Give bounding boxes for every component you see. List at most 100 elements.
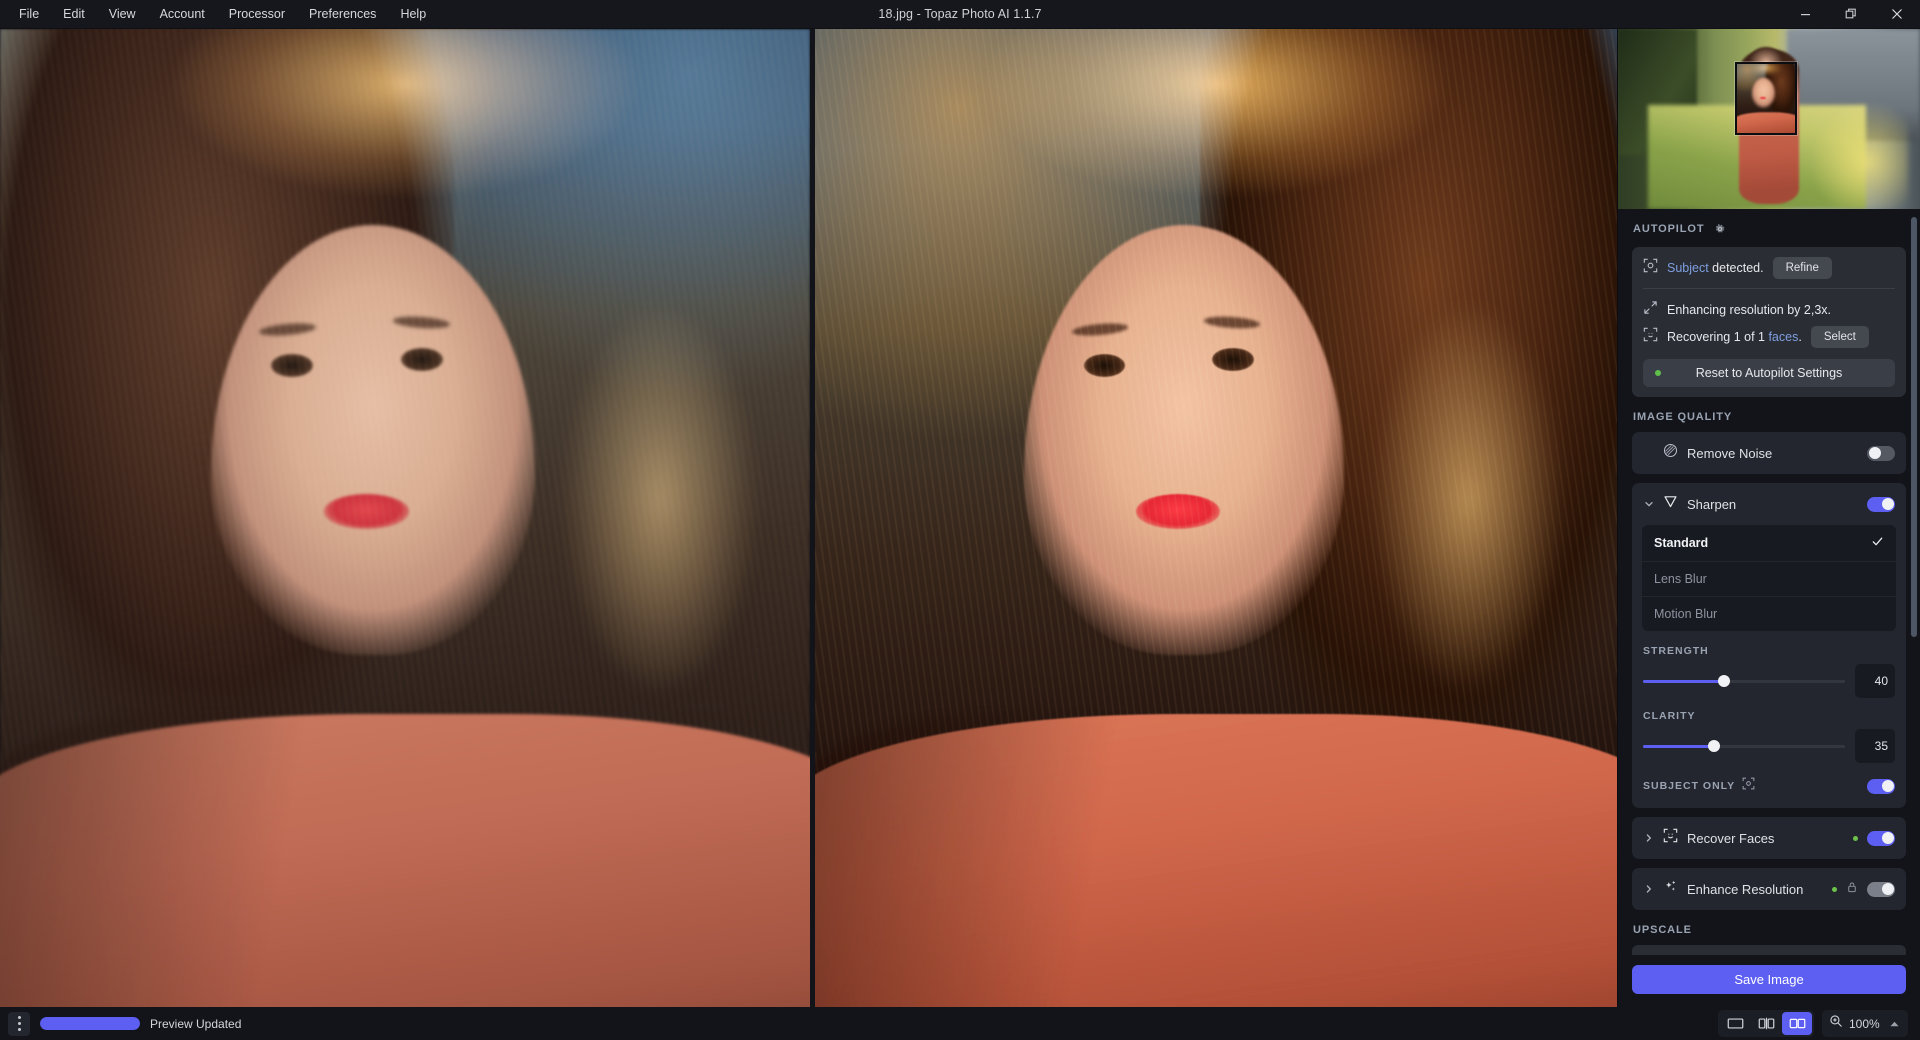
zoom-level-value[interactable]: 100% xyxy=(1849,1017,1883,1031)
menu-item-account[interactable]: Account xyxy=(149,3,216,26)
navigator-preview[interactable] xyxy=(1618,29,1920,209)
remove-noise-label: Remove Noise xyxy=(1687,445,1773,461)
clarity-value[interactable]: 35 xyxy=(1855,729,1895,763)
strength-slider[interactable] xyxy=(1643,675,1845,687)
original-photo xyxy=(0,29,810,1007)
menu-item-help[interactable]: Help xyxy=(389,3,437,26)
app-window: File Edit View Account Processor Prefere… xyxy=(0,0,1920,1040)
sharpen-icon xyxy=(1663,494,1678,514)
sharpen-mode-list[interactable]: Standard Lens Blur Motion Blur xyxy=(1642,525,1896,631)
gear-icon[interactable] xyxy=(1714,223,1726,238)
face-detect-icon xyxy=(1643,327,1658,347)
chevron-right-icon[interactable] xyxy=(1643,833,1654,843)
minimize-button[interactable] xyxy=(1782,0,1828,29)
close-button[interactable] xyxy=(1874,0,1920,29)
recover-faces-toggle[interactable] xyxy=(1867,830,1895,846)
strength-slider-row[interactable]: 40 xyxy=(1643,664,1895,698)
restore-icon xyxy=(1845,8,1856,19)
menu-item-edit[interactable]: Edit xyxy=(52,3,96,26)
view-mode-side-by-side[interactable] xyxy=(1782,1012,1812,1035)
remove-noise-toggle[interactable] xyxy=(1867,445,1895,461)
chevron-down-icon[interactable] xyxy=(1643,499,1654,509)
chevron-up-icon[interactable] xyxy=(1889,1015,1900,1033)
remove-noise-filter[interactable]: Remove Noise xyxy=(1632,432,1906,474)
sharpen-header[interactable]: Sharpen xyxy=(1632,483,1906,525)
strength-value[interactable]: 40 xyxy=(1855,664,1895,698)
refine-button[interactable]: Refine xyxy=(1772,256,1832,280)
subject-detected-text: Subject detected. xyxy=(1667,261,1764,275)
sharpen-mode-motion-blur[interactable]: Motion Blur xyxy=(1642,596,1896,631)
enhancing-resolution-text: Enhancing resolution by 2,3x. xyxy=(1667,303,1831,317)
enhancing-resolution-row: Enhancing resolution by 2,3x. xyxy=(1643,298,1895,322)
enhance-resolution-header[interactable]: Enhance Resolution xyxy=(1632,868,1906,910)
save-area: Save Image xyxy=(1618,955,1920,1007)
status-text: Preview Updated xyxy=(150,1016,242,1031)
recover-faces-filter[interactable]: Recover Faces xyxy=(1632,817,1906,859)
subject-only-row[interactable]: SUBJECT ONLY xyxy=(1632,763,1906,808)
zoom-control[interactable]: 100% xyxy=(1822,1010,1908,1037)
view-mode-single[interactable] xyxy=(1720,1012,1750,1035)
zoom-magnifier-icon[interactable] xyxy=(1829,1014,1843,1033)
image-quality-section-header: IMAGE QUALITY xyxy=(1633,411,1733,423)
remove-noise-header[interactable]: Remove Noise xyxy=(1632,432,1906,474)
progress-bar-fill xyxy=(40,1017,140,1030)
image-viewer[interactable] xyxy=(0,29,1617,1007)
clarity-label: CLARITY xyxy=(1643,710,1696,722)
menu-item-preferences[interactable]: Preferences xyxy=(298,3,387,26)
enhance-resolution-label: Enhance Resolution xyxy=(1687,881,1804,897)
restore-button[interactable] xyxy=(1828,0,1874,29)
right-panel: AUTOPILOT Subject detected. Refine Enhan… xyxy=(1617,29,1920,1007)
recover-faces-header[interactable]: Recover Faces xyxy=(1632,817,1906,859)
original-image-pane[interactable] xyxy=(0,29,810,1007)
chevron-right-icon-2[interactable] xyxy=(1643,884,1654,894)
sharpen-mode-standard[interactable]: Standard xyxy=(1642,525,1896,561)
clarity-slider[interactable] xyxy=(1643,740,1845,752)
status-bar: Preview Updated 100% xyxy=(0,1007,1920,1040)
menu-item-file[interactable]: File xyxy=(8,3,50,26)
faces-link[interactable]: faces xyxy=(1768,330,1798,344)
upscale-section-header: UPSCALE xyxy=(1633,924,1692,936)
subject-detected-row: Subject detected. Refine xyxy=(1643,256,1895,280)
main-area: AUTOPILOT Subject detected. Refine Enhan… xyxy=(0,29,1920,1007)
view-mode-split[interactable] xyxy=(1751,1012,1781,1035)
menu-item-view[interactable]: View xyxy=(98,3,147,26)
more-options-button[interactable] xyxy=(8,1011,30,1036)
sharpen-toggle[interactable] xyxy=(1867,496,1895,512)
clarity-slider-row[interactable]: 35 xyxy=(1643,729,1895,763)
recovering-faces-row: Recovering 1 of 1 faces. Select xyxy=(1643,325,1895,349)
processed-photo xyxy=(815,29,1617,1007)
save-image-button[interactable]: Save Image xyxy=(1632,965,1906,994)
autopilot-divider xyxy=(1643,288,1895,289)
enhance-resolution-toggle[interactable] xyxy=(1867,881,1895,897)
subject-only-icon xyxy=(1742,777,1755,795)
enhance-resolution-filter[interactable]: Enhance Resolution xyxy=(1632,868,1906,910)
faces-suffix: . xyxy=(1798,330,1802,344)
select-faces-button[interactable]: Select xyxy=(1810,325,1869,349)
lock-icon[interactable] xyxy=(1846,880,1858,898)
sharpen-filter[interactable]: Sharpen Standard Lens Blur Motion Blur S… xyxy=(1632,483,1906,808)
subject-only-label: SUBJECT ONLY xyxy=(1643,780,1736,792)
recover-faces-status-dot xyxy=(1853,835,1858,841)
sharpen-label: Sharpen xyxy=(1687,496,1737,512)
check-icon xyxy=(1871,535,1884,551)
sharpen-mode-lens-blur[interactable]: Lens Blur xyxy=(1642,561,1896,596)
settings-scroll-area[interactable]: AUTOPILOT Subject detected. Refine Enhan… xyxy=(1618,209,1920,955)
navigator-viewport-rect[interactable] xyxy=(1735,62,1797,135)
minimize-icon xyxy=(1800,13,1810,15)
status-dot-icon xyxy=(1655,370,1661,376)
subject-only-toggle[interactable] xyxy=(1867,778,1895,794)
progress-bar-track xyxy=(40,1017,140,1030)
viewer-controls: 100% xyxy=(1718,1010,1912,1037)
menu-item-processor[interactable]: Processor xyxy=(218,3,296,26)
resize-arrows-icon xyxy=(1643,300,1658,320)
subject-detected-suffix: detected. xyxy=(1708,261,1764,275)
close-icon xyxy=(1892,9,1902,19)
panel-scrollbar[interactable] xyxy=(1911,217,1917,637)
processed-image-pane[interactable] xyxy=(815,29,1617,1007)
clarity-slider-block: CLARITY 35 xyxy=(1632,698,1906,763)
recovering-faces-text: Recovering 1 of 1 faces. xyxy=(1667,330,1802,344)
recover-faces-label: Recover Faces xyxy=(1687,830,1775,846)
faces-prefix: Recovering 1 of 1 xyxy=(1667,330,1769,344)
reset-to-autopilot-button[interactable]: Reset to Autopilot Settings xyxy=(1643,359,1895,387)
recover-faces-icon xyxy=(1663,828,1678,848)
